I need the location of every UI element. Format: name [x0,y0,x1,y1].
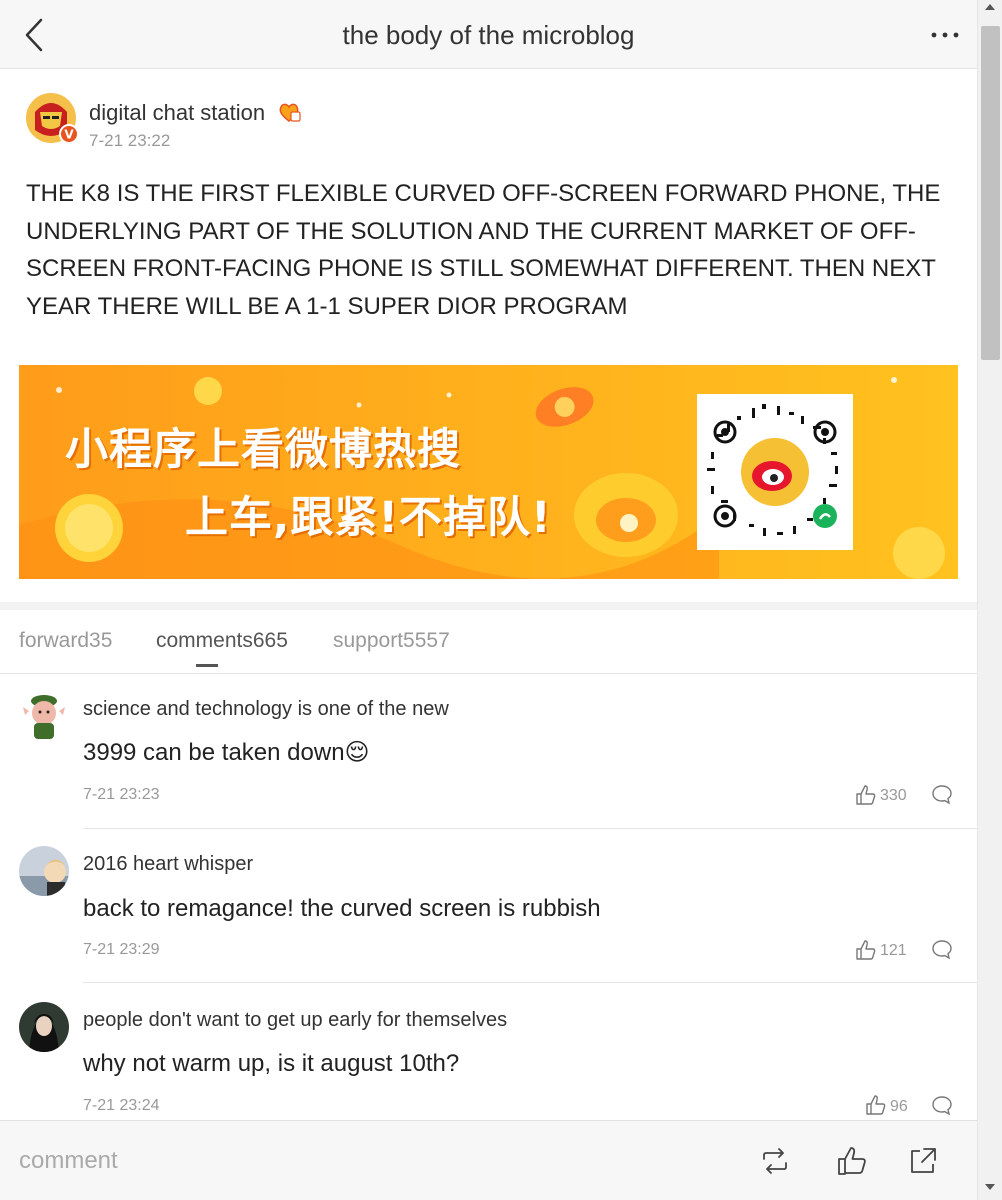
svg-text:V: V [64,128,74,142]
author-name[interactable]: digital chat station [89,100,265,126]
section-divider [0,602,977,610]
member-badge-icon [279,103,301,122]
comment-timestamp: 7-21 23:24 [83,1097,160,1114]
thumbs-up-icon[interactable] [836,1145,868,1177]
top-bar: the body of the microblog [0,0,977,69]
comment-input[interactable]: comment [19,1147,118,1175]
scrollbar-thumb[interactable] [981,26,1000,360]
comment-timestamp: 7-21 23:23 [83,786,160,803]
tab-comments[interactable]: comments665 [156,629,288,653]
post-tabs: forward35 comments665 support5557 [0,610,977,674]
comment-separator [83,828,977,829]
banner-headline: 小程序上看微博热搜 [65,425,461,475]
comment-text: back to remagance! the curved screen is … [83,895,601,922]
comment-item: people don't want to get up early for th… [0,985,977,1140]
comment-bubble-icon[interactable] [931,1094,953,1116]
share-icon[interactable] [907,1145,939,1177]
commenter-avatar[interactable] [19,1002,69,1052]
comment-separator [83,982,977,983]
commenter-avatar[interactable] [19,846,69,896]
like-count: 330 [880,787,907,804]
thumbs-up-icon[interactable] [865,1094,887,1116]
comment-text: 3999 can be taken down😌 [83,739,370,766]
commenter-name[interactable]: science and technology is one of the new [83,698,449,721]
promo-banner[interactable]: 小程序上看微博热搜 上车,跟紧!不掉队! [19,365,958,579]
author-avatar[interactable]: V [25,92,79,144]
comment-timestamp: 7-21 23:29 [83,941,160,958]
banner-subheadline: 上车,跟紧!不掉队! [185,493,552,543]
comment-bubble-icon[interactable] [931,938,953,960]
commenter-name[interactable]: 2016 heart whisper [83,853,253,876]
post-timestamp: 7-21 23:22 [89,131,171,150]
commenter-name[interactable]: people don't want to get up early for th… [83,1009,507,1032]
bottom-action-bar: comment [0,1120,977,1200]
post-body: THE K8 IS THE FIRST FLEXIBLE CURVED OFF-… [26,180,941,320]
active-tab-indicator [196,664,218,667]
comment-item: 2016 heart whisper back to remagance! th… [0,830,977,985]
thumbs-up-icon[interactable] [855,939,877,961]
comment-item: science and technology is one of the new… [0,675,977,830]
microblog-post: V digital chat station 7-21 23:22 THE K8… [0,70,977,602]
scroll-up-arrow-icon[interactable] [985,4,995,10]
thumbs-up-icon[interactable] [855,784,877,806]
qr-code [697,394,853,550]
like-count: 121 [880,942,907,959]
tab-support[interactable]: support5557 [333,629,450,653]
scroll-down-arrow-icon[interactable] [985,1184,995,1190]
more-dots-icon[interactable] [928,18,962,52]
repost-icon[interactable] [759,1145,791,1177]
comment-bubble-icon[interactable] [931,783,953,805]
page-title: the body of the microblog [342,20,635,50]
comment-text: why not warm up, is it august 10th? [83,1050,460,1077]
tab-forward[interactable]: forward35 [19,629,112,653]
page-scrollbar[interactable] [977,0,1002,1200]
commenter-avatar[interactable] [19,691,69,741]
like-count: 96 [890,1098,908,1115]
